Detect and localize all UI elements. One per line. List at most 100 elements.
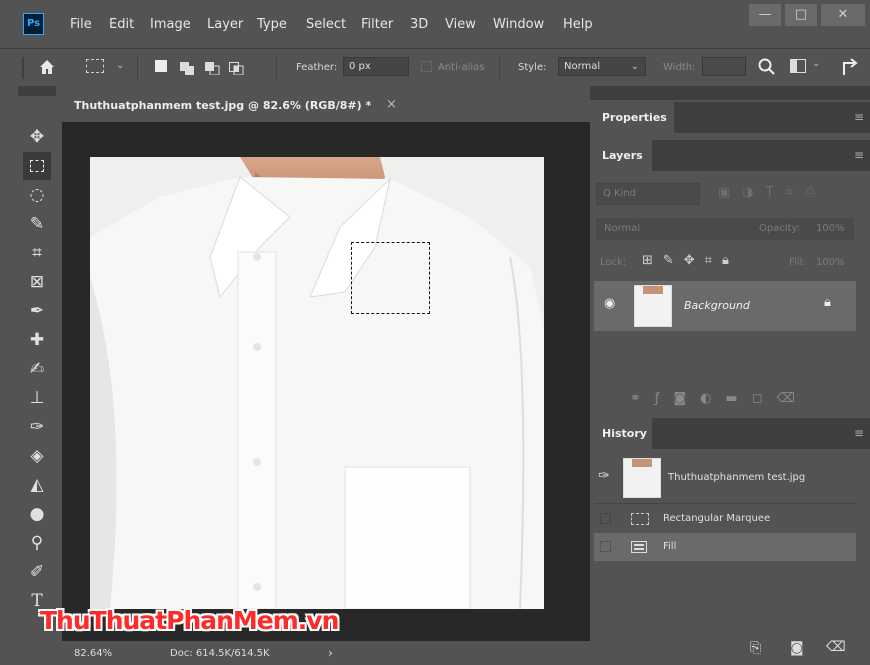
divider xyxy=(276,56,277,80)
lock-icon: 🔒︎ xyxy=(824,295,831,310)
layer-filter-icons[interactable]: ▣◑T⌗⎙ xyxy=(718,185,827,200)
style-label: Style: xyxy=(518,62,547,73)
menu-filter[interactable]: Filter xyxy=(361,17,393,32)
history-source-box[interactable] xyxy=(600,541,611,552)
close-window-button[interactable]: ✕ xyxy=(821,4,865,26)
lasso-tool-icon[interactable]: ◌ xyxy=(23,181,51,209)
search-icon[interactable] xyxy=(757,57,777,77)
menu-image[interactable]: Image xyxy=(150,17,191,32)
trash-icon[interactable]: ⌫ xyxy=(826,639,846,655)
menu-help[interactable]: Help xyxy=(563,17,593,32)
menu-file[interactable]: File xyxy=(70,17,92,32)
menu-window[interactable]: Window xyxy=(493,17,544,32)
photoshop-logo-icon: Ps xyxy=(23,13,44,35)
layer-filter-kind[interactable]: Q Kind xyxy=(596,183,700,205)
history-brush-source-icon: ✑ xyxy=(598,468,610,484)
chevron-down-icon[interactable]: ⌄ xyxy=(116,60,124,71)
rectangular-marquee-preset-icon[interactable] xyxy=(86,59,104,73)
rectangular-marquee-tool-icon[interactable] xyxy=(23,152,51,180)
tools-panel-header xyxy=(18,86,56,96)
history-state[interactable]: Rectangular Marquee xyxy=(594,505,856,533)
panel-menu-icon[interactable]: ≡ xyxy=(854,148,864,162)
anti-alias-checkbox[interactable] xyxy=(421,61,432,72)
watermark-logo: ThuThuatPhanMem.vn xyxy=(40,606,339,635)
layers-footer: ⚭ƒ◙◐▬◻⌫ xyxy=(590,385,870,413)
blur-tool-icon[interactable]: ● xyxy=(23,500,51,528)
layer-row-background[interactable]: ◉ Background 🔒︎ xyxy=(594,281,856,331)
brush-tool-icon[interactable]: ✍ xyxy=(23,355,51,383)
minimize-button[interactable]: — xyxy=(749,4,781,26)
pen-tool-icon[interactable]: ✐ xyxy=(23,558,51,586)
new-document-from-state-icon[interactable]: ⎘ xyxy=(750,640,761,656)
document-size: Doc: 614.5K/614.5K xyxy=(170,648,270,659)
snapshot-thumbnail xyxy=(623,458,661,498)
eraser-tool-icon[interactable]: ◈ xyxy=(23,442,51,470)
opacity-value[interactable]: 100% xyxy=(816,223,845,234)
panel-dock-header xyxy=(590,86,870,100)
subtract-from-selection-icon[interactable] xyxy=(205,60,220,76)
properties-panel-header: Properties xyxy=(590,102,870,133)
fill-icon xyxy=(631,541,647,553)
tab-properties[interactable]: Properties xyxy=(590,102,674,133)
panel-menu-icon[interactable]: ≡ xyxy=(854,110,864,124)
clone-stamp-tool-icon[interactable]: ⊥ xyxy=(23,384,51,412)
layer-name[interactable]: Background xyxy=(684,299,750,312)
quick-selection-tool-icon[interactable]: ✎ xyxy=(23,210,51,238)
layers-panel-header: Layers xyxy=(590,140,870,171)
zoom-level[interactable]: 82.64% xyxy=(74,648,112,659)
menu-view[interactable]: View xyxy=(445,17,476,32)
share-icon[interactable] xyxy=(840,57,860,77)
document-image[interactable] xyxy=(90,157,544,609)
fill-value[interactable]: 100% xyxy=(816,257,845,268)
lock-icons[interactable]: ⊞✎✥⌗🔒︎ xyxy=(642,253,739,268)
dodge-tool-icon[interactable]: ⚲ xyxy=(23,529,51,557)
camera-icon[interactable]: ◙ xyxy=(790,640,804,656)
frame-tool-icon[interactable]: ⊠ xyxy=(23,268,51,296)
menu-layer[interactable]: Layer xyxy=(207,17,243,32)
layers-footer-icons[interactable]: ⚭ƒ◙◐▬◻⌫ xyxy=(630,391,809,406)
workspace-icon[interactable] xyxy=(790,59,806,73)
lock-row: Lock: ⊞✎✥⌗🔒︎ Fill: 100% xyxy=(596,252,854,274)
history-footer: ⎘ ◙ ⌫ xyxy=(590,636,870,665)
status-menu-arrow-icon[interactable]: › xyxy=(328,646,333,660)
width-input[interactable] xyxy=(702,57,746,76)
style-select[interactable]: Normal ⌄ xyxy=(558,57,646,76)
visibility-eye-icon[interactable]: ◉ xyxy=(604,296,615,311)
divider xyxy=(137,56,138,80)
history-state-selected[interactable]: Fill xyxy=(594,533,856,561)
new-selection-icon[interactable] xyxy=(155,60,167,72)
style-select-value: Normal xyxy=(564,61,601,72)
maximize-button[interactable]: □ xyxy=(785,4,817,26)
blend-mode-value: Normal xyxy=(604,223,641,234)
tab-history[interactable]: History xyxy=(590,418,652,449)
layer-filter-kind-label: Q Kind xyxy=(603,188,637,199)
eyedropper-tool-icon[interactable]: ✒ xyxy=(23,297,51,325)
healing-brush-tool-icon[interactable]: ✚ xyxy=(23,326,51,354)
blend-mode-select[interactable]: Normal Opacity: 100% xyxy=(596,218,854,240)
move-tool-icon[interactable]: ✥ xyxy=(23,123,51,151)
chevron-down-icon[interactable]: ⌄ xyxy=(812,58,820,69)
history-snapshot[interactable]: ✑ Thuthuatphanmem test.jpg xyxy=(594,456,856,500)
chevron-down-icon: ⌄ xyxy=(630,61,639,72)
panel-menu-icon[interactable]: ≡ xyxy=(854,426,864,440)
menu-select[interactable]: Select xyxy=(306,17,346,32)
crop-tool-icon[interactable]: ⌗ xyxy=(23,239,51,267)
menu-edit[interactable]: Edit xyxy=(109,17,134,32)
tab-layers[interactable]: Layers xyxy=(590,140,652,171)
fill-label: Fill: xyxy=(789,257,806,268)
divider xyxy=(499,56,500,80)
menu-type[interactable]: Type xyxy=(257,17,287,32)
options-grip xyxy=(22,57,24,79)
history-panel-header: History xyxy=(590,418,870,449)
home-icon[interactable] xyxy=(36,56,58,78)
add-to-selection-icon[interactable] xyxy=(180,60,195,75)
paint-bucket-tool-icon[interactable]: ◭ xyxy=(23,471,51,499)
feather-input[interactable]: 0 px xyxy=(343,57,409,76)
close-tab-icon[interactable]: × xyxy=(386,97,397,112)
anti-alias-label: Anti-alias xyxy=(438,62,485,73)
history-brush-tool-icon[interactable]: ✑ xyxy=(23,413,51,441)
menu-3d[interactable]: 3D xyxy=(410,17,428,32)
history-source-box[interactable] xyxy=(600,513,611,524)
selection-marquee[interactable] xyxy=(351,242,430,314)
intersect-selection-icon[interactable] xyxy=(229,60,244,76)
